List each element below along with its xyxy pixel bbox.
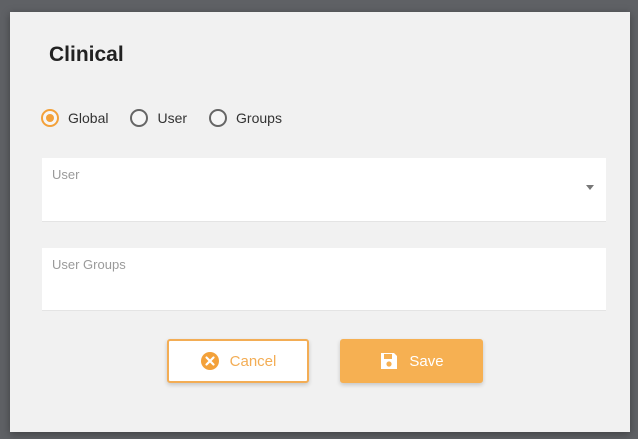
radio-user-indicator[interactable] bbox=[130, 109, 149, 127]
dialog-title: Clinical bbox=[49, 43, 124, 66]
cancel-button[interactable]: Cancel bbox=[167, 339, 309, 383]
cancel-button-label: Cancel bbox=[229, 352, 277, 370]
user-groups-label: User Groups bbox=[52, 257, 126, 272]
user-select-label: User bbox=[52, 167, 80, 182]
radio-groups[interactable]: Groups bbox=[209, 109, 282, 127]
scope-radio-group: Global User Groups bbox=[41, 106, 304, 130]
close-circle-icon bbox=[200, 351, 220, 371]
radio-global-indicator[interactable] bbox=[41, 109, 59, 127]
radio-user-label: User bbox=[157, 110, 188, 126]
radio-global-label: Global bbox=[68, 110, 109, 126]
user-groups-field[interactable]: User Groups bbox=[42, 248, 606, 311]
radio-global[interactable]: Global bbox=[41, 109, 108, 127]
clinical-dialog: Clinical Global User Groups User User Gr… bbox=[10, 12, 630, 432]
save-button[interactable]: Save bbox=[340, 339, 483, 383]
user-select[interactable]: User bbox=[42, 158, 606, 222]
caret-down-icon[interactable] bbox=[586, 185, 594, 190]
save-button-label: Save bbox=[409, 352, 444, 370]
floppy-disk-icon bbox=[379, 351, 399, 371]
radio-groups-indicator[interactable] bbox=[209, 109, 228, 127]
radio-groups-label: Groups bbox=[236, 110, 282, 126]
radio-user[interactable]: User bbox=[130, 109, 187, 127]
